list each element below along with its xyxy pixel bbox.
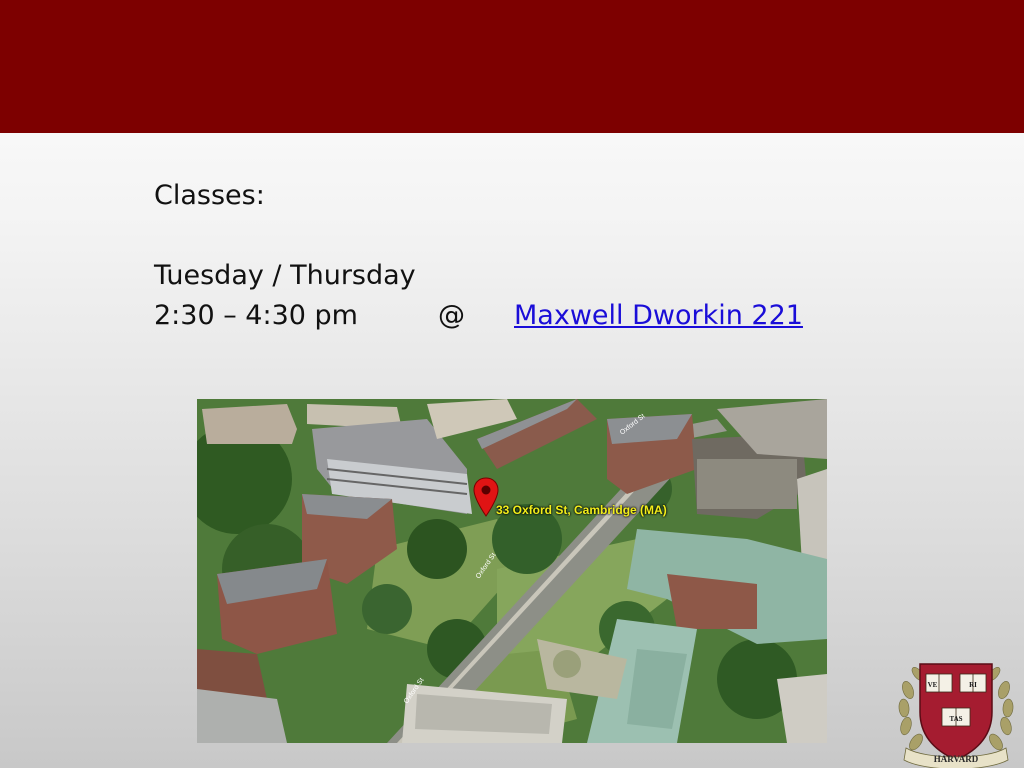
schedule-row: 2:30 – 4:30 pm @ Maxwell Dworkin 221 (154, 296, 854, 336)
svg-text:VE: VE (928, 681, 938, 689)
svg-text:RI: RI (969, 681, 977, 689)
aerial-map-image: Oxford St Oxford St Oxford St (197, 399, 827, 743)
at-symbol: @ (438, 300, 465, 331)
classes-heading: Classes: (154, 180, 265, 211)
class-time: 2:30 – 4:30 pm (154, 300, 358, 331)
location-link[interactable]: Maxwell Dworkin 221 (514, 296, 803, 336)
class-days: Tuesday / Thursday (154, 260, 416, 291)
header-bar (0, 0, 1024, 133)
address-label: 33 Oxford St, Cambridge (MA) (496, 503, 667, 517)
campus-map: Oxford St Oxford St Oxford St 33 Oxford … (197, 399, 827, 743)
harvard-seal-logo: VE RI TAS HARVARD (898, 663, 1014, 768)
svg-text:TAS: TAS (949, 715, 962, 723)
svg-text:HARVARD: HARVARD (934, 754, 979, 764)
slide-content: Classes: Tuesday / Thursday 2:30 – 4:30 … (154, 176, 854, 336)
